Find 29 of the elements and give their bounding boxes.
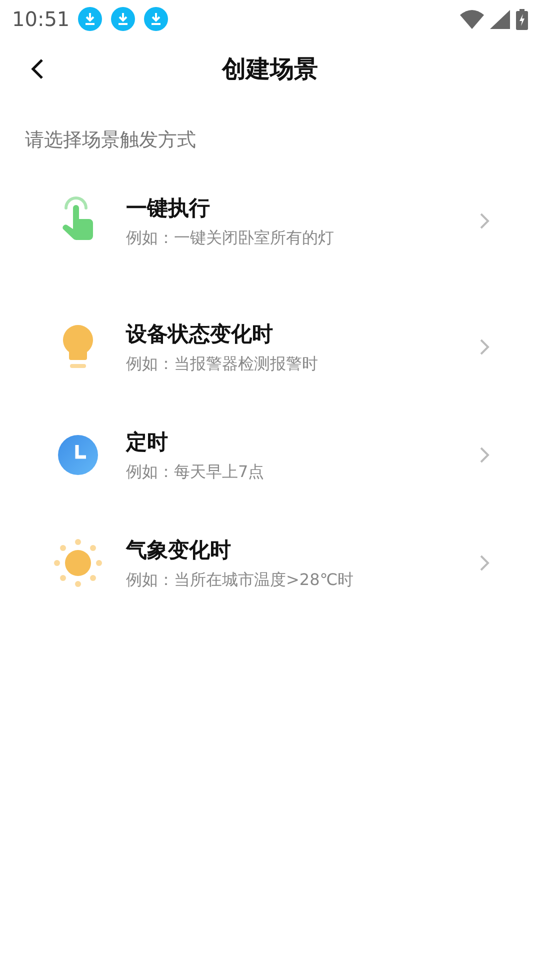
page-title: 创建场景 (222, 54, 318, 85)
clock-icon (57, 434, 99, 476)
chevron-right-icon (479, 446, 490, 464)
lightbulb-icon (61, 324, 95, 370)
chevron-right-icon (479, 554, 490, 572)
battery-icon (516, 8, 528, 30)
option-example: 例如：当报警器检测报警时 (126, 354, 319, 374)
option-example: 例如：每天早上7点 (126, 462, 266, 482)
wifi-icon (460, 9, 484, 29)
back-icon (30, 58, 46, 80)
option-title: 一键执行 (126, 194, 211, 222)
trigger-option[interactable]: 设备状态变化时 例如：当报警器检测报警时 (0, 293, 540, 401)
trigger-option[interactable]: 一键执行 例如：一键关闭卧室所有的灯 (0, 167, 540, 275)
download-icon (78, 7, 102, 31)
option-example: 例如：一键关闭卧室所有的灯 (126, 228, 335, 248)
download-icon (144, 7, 168, 31)
option-title: 设备状态变化时 (126, 320, 274, 348)
option-title: 气象变化时 (126, 536, 232, 564)
signal-icon (490, 10, 510, 28)
option-example: 例如：当所在城市温度>28℃时 (126, 570, 355, 590)
option-title: 定时 (126, 428, 169, 456)
section-label: 请选择场景触发方式 (25, 129, 196, 151)
trigger-option[interactable]: 气象变化时 例如：当所在城市温度>28℃时 (0, 509, 540, 617)
download-icon (110, 7, 135, 31)
trigger-option[interactable]: 定时 例如：每天早上7点 (0, 401, 540, 509)
status-time: 10:51 (12, 7, 70, 31)
chevron-right-icon (479, 338, 490, 356)
sun-icon (54, 539, 102, 587)
chevron-right-icon (479, 212, 490, 230)
